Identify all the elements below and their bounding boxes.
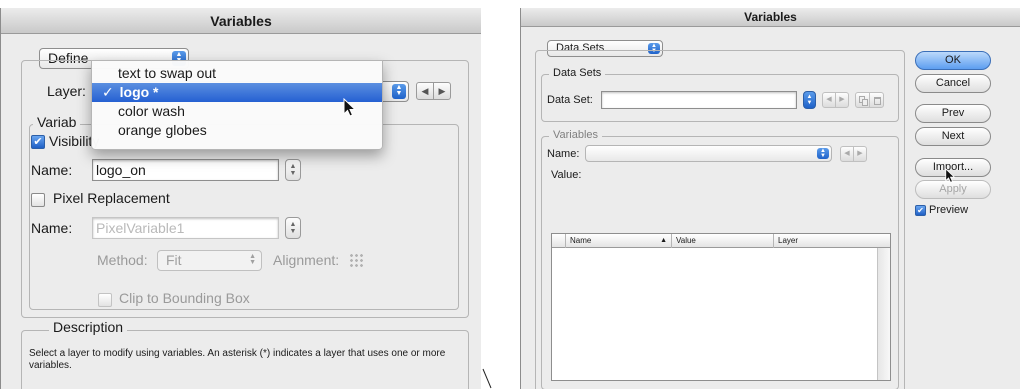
layer-menu-item-text-to-swap-out[interactable]: text to swap out <box>92 64 382 83</box>
layer-menu-item-logo-label: logo * <box>119 84 159 100</box>
pixel-name-label: Name: <box>31 220 73 236</box>
visibility-name-label: Name: <box>31 162 73 178</box>
divider-mark <box>482 368 492 389</box>
ok-button[interactable]: OK <box>915 51 991 70</box>
layer-menu-item-color-wash[interactable]: color wash <box>92 102 382 121</box>
next-layer-button[interactable]: ▶ <box>433 82 451 100</box>
trash-icon <box>874 97 881 105</box>
checkmark-icon: ✓ <box>102 84 114 100</box>
next-button[interactable]: Next <box>915 127 991 146</box>
value-label: Value: <box>551 169 582 181</box>
layer-menu[interactable]: text to swap out ✓ logo * color wash ora… <box>91 60 383 150</box>
visibility-name-stepper[interactable]: ▲ ▼ <box>285 159 301 181</box>
data-sets-legend: Data Sets <box>549 67 606 79</box>
variables-legend: Variab <box>33 114 81 130</box>
alignment-label: Alignment: <box>273 252 340 268</box>
visibility-name-field[interactable]: logo_on <box>92 159 279 181</box>
pixel-name-field[interactable]: PixelVariable1 <box>92 217 279 239</box>
method-label: Method: <box>97 252 148 268</box>
up-down-arrows-icon: ▲▼ <box>289 221 297 235</box>
up-down-arrows-icon: ▲▼ <box>806 94 813 106</box>
method-popup-value: Fit <box>166 252 182 268</box>
up-down-arrows-icon: ▲▼ <box>289 163 297 177</box>
prev-button[interactable]: Prev <box>915 104 991 123</box>
duplicate-data-set-button[interactable] <box>855 92 870 108</box>
left-arrow-icon: ◀ <box>421 86 429 96</box>
pixel-replacement-label: Pixel Replacement <box>53 190 170 206</box>
mouse-cursor-icon <box>343 98 357 117</box>
alignment-grid-icon[interactable] <box>349 253 363 267</box>
delete-data-set-button[interactable] <box>869 92 884 108</box>
right-arrow-icon: ▶ <box>438 86 446 96</box>
data-set-label: Data Set: <box>547 94 593 106</box>
cancel-button[interactable]: Cancel <box>915 74 991 93</box>
previous-variable-button[interactable]: ◀ <box>840 146 854 162</box>
layer-menu-item-logo[interactable]: ✓ logo * <box>92 83 382 102</box>
description-legend: Description <box>49 319 128 335</box>
next-variable-button[interactable]: ▶ <box>853 146 867 162</box>
pixel-replacement-checkbox[interactable] <box>31 193 45 207</box>
up-down-arrows-icon: ▲▼ <box>249 253 256 266</box>
data-set-stepper[interactable]: ▲ ▼ <box>803 91 816 109</box>
right-arrow-icon: ▶ <box>857 150 863 157</box>
right-arrow-icon: ▶ <box>839 96 845 103</box>
variables-table[interactable]: Name ▲ Value Layer <box>551 233 891 381</box>
clip-checkbox[interactable] <box>98 293 112 307</box>
previous-layer-button[interactable]: ◀ <box>416 82 434 100</box>
right-window-title: Variables <box>521 8 1020 27</box>
preview-label: Preview <box>929 204 969 216</box>
table-column-spacer <box>552 234 566 248</box>
clip-label: Clip to Bounding Box <box>119 290 250 306</box>
right-variables-window: Variables Data Sets ▲ ▼ Data Sets Data Se… <box>520 8 1020 389</box>
table-scrollbar[interactable] <box>877 248 890 380</box>
up-down-arrows-icon: ▲▼ <box>817 148 829 159</box>
visibility-checkbox[interactable]: ✔ <box>31 135 45 149</box>
table-column-layer[interactable]: Layer <box>774 234 878 248</box>
table-column-name[interactable]: Name ▲ <box>566 234 672 248</box>
layer-label: Layer: <box>47 83 86 99</box>
previous-data-set-button[interactable]: ◀ <box>822 92 836 108</box>
preview-checkbox[interactable]: ✔ <box>915 205 926 216</box>
sort-ascending-icon: ▲ <box>660 237 667 244</box>
left-variables-window: Variables Define ▲▼ Layer: ▲▼ ◀ ▶ Variab… <box>0 8 481 389</box>
checkmark-icon: ✔ <box>917 206 924 215</box>
pixel-name-stepper[interactable]: ▲ ▼ <box>285 217 301 239</box>
table-column-value[interactable]: Value <box>672 234 774 248</box>
left-arrow-icon: ◀ <box>844 150 850 157</box>
next-data-set-button[interactable]: ▶ <box>835 92 849 108</box>
layer-menu-item-orange-globes[interactable]: orange globes <box>92 121 382 140</box>
left-window-title: Variables <box>1 8 481 34</box>
variable-name-popup[interactable]: ▲ ▼ <box>585 145 832 162</box>
table-header: Name ▲ Value Layer <box>552 234 890 248</box>
method-popup[interactable]: Fit ▲ ▼ <box>157 250 262 271</box>
up-down-arrows-icon: ▲▼ <box>392 84 406 99</box>
checkmark-icon: ✔ <box>33 136 43 148</box>
variables-legend: Variables <box>549 129 603 141</box>
mouse-cursor-icon <box>945 168 956 183</box>
variable-name-label: Name: <box>547 148 580 160</box>
data-set-field[interactable] <box>601 91 797 109</box>
left-arrow-icon: ◀ <box>826 96 832 103</box>
description-text: Select a layer to modify using variables… <box>29 348 446 371</box>
table-column-name-label: Name <box>570 236 592 245</box>
